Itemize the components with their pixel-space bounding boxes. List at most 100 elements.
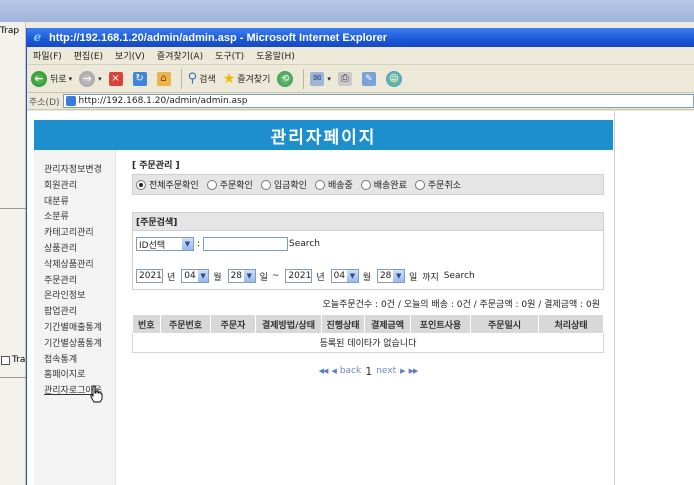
- stop-button[interactable]: ×: [108, 71, 126, 86]
- from-day-select[interactable]: 28 ▼: [227, 269, 256, 283]
- background-label-top: Trap: [0, 26, 20, 36]
- column-header: 결제방법/상태: [255, 315, 322, 333]
- current-page[interactable]: 1: [365, 365, 372, 378]
- order-section-title: [ 주문관리 ]: [132, 161, 180, 171]
- sidebar-item-orders[interactable]: 주문관리: [44, 273, 115, 289]
- sidebar-item-online-info[interactable]: 온라인정보: [44, 288, 115, 304]
- sidebar-item-admin-info[interactable]: 관리자정보변경: [44, 162, 115, 178]
- first-page-icon[interactable]: ◀◀: [319, 367, 329, 375]
- sidebar-item-products[interactable]: 상품관리: [44, 241, 115, 257]
- year-unit: 년: [167, 272, 176, 283]
- refresh-button[interactable]: ↻: [132, 71, 150, 86]
- filter-all-orders[interactable]: 전체주문확인: [136, 178, 199, 191]
- sidebar-item-access-stats[interactable]: 접속통계: [44, 352, 115, 368]
- background-checkbox-row: Tra: [1, 355, 25, 365]
- menu-file[interactable]: 파일(F): [33, 49, 62, 62]
- sidebar-item-category[interactable]: 카테고리관리: [44, 225, 115, 241]
- sidebar-item-sales-stats[interactable]: 기간별매출통계: [44, 320, 115, 336]
- to-month-select[interactable]: 04 ▼: [330, 269, 359, 283]
- menu-tools[interactable]: 도구(T): [215, 49, 244, 62]
- address-label: 주소(D): [29, 97, 60, 108]
- back-button[interactable]: ← 뒤로 ▾: [31, 70, 73, 87]
- prev-page-icon[interactable]: ◀: [331, 367, 336, 375]
- last-page-icon[interactable]: ▶▶: [409, 367, 419, 375]
- toolbar-separator: [180, 68, 182, 89]
- sidebar-item-members[interactable]: 회원관리: [44, 178, 115, 194]
- filter-shipping[interactable]: 배송중: [314, 178, 353, 191]
- menu-edit[interactable]: 편집(E): [74, 49, 103, 62]
- day-unit: 일: [259, 272, 268, 283]
- background-label-bottom: Tra: [12, 355, 26, 365]
- filter-payment-confirm[interactable]: 입금확인: [260, 178, 307, 191]
- month-unit: 월: [213, 272, 222, 283]
- sidebar-item-homepage[interactable]: 홈페이지로: [44, 367, 115, 383]
- home-button[interactable]: ⌂: [156, 71, 174, 86]
- chevron-down-icon: ▼: [347, 270, 358, 282]
- field-value: 2021: [288, 271, 312, 281]
- next-page-icon[interactable]: ▶: [400, 367, 405, 375]
- chevron-down-icon: ▼: [244, 270, 255, 282]
- next-link[interactable]: next: [376, 366, 396, 376]
- search-icon: ⚲: [187, 71, 198, 86]
- sidebar-item-minor-category[interactable]: 소분류: [44, 209, 115, 225]
- messenger-icon: ☺: [385, 70, 402, 87]
- search-input[interactable]: [203, 237, 289, 251]
- favorites-button[interactable]: ★ 즐겨찾기: [223, 71, 271, 87]
- column-header: 번호: [132, 315, 161, 333]
- address-bar: 주소(D) http://192.168.1.20/admin/admin.as…: [27, 93, 694, 110]
- desktop-background: [0, 0, 694, 22]
- edit-button[interactable]: ✎: [361, 71, 379, 86]
- from-month-select[interactable]: 04 ▼: [181, 269, 210, 283]
- hand-cursor-icon: [90, 385, 103, 403]
- menu-help[interactable]: 도움말(H): [256, 49, 295, 62]
- page-viewport: 관리자페이지 관리자정보변경 회원관리 대분류 소분류 카테고리관리 상품관리 …: [27, 111, 694, 485]
- admin-page: 관리자페이지 관리자정보변경 회원관리 대분류 소분류 카테고리관리 상품관리 …: [34, 120, 613, 485]
- edit-icon: ✎: [361, 71, 376, 86]
- sidebar-item-logout[interactable]: 관리자로그아웃: [44, 383, 115, 399]
- filter-cancelled[interactable]: 주문취소: [414, 178, 461, 191]
- sidebar-item-major-category[interactable]: 대분류: [44, 194, 115, 210]
- search-button[interactable]: Search: [289, 239, 320, 249]
- address-input[interactable]: http://192.168.1.20/admin/admin.asp: [62, 94, 694, 108]
- sidebar-item-deleted-products[interactable]: 삭제상품관리: [44, 257, 115, 273]
- order-summary: 오늘주문건수 : 0건 / 오늘의 배송 : 0건 / 주문금액 : 0원 / …: [322, 299, 600, 310]
- chevron-down-icon: ▾: [68, 74, 73, 83]
- column-header: 주문번호: [160, 315, 211, 333]
- print-button[interactable]: ⎙: [337, 71, 355, 86]
- search-field-select[interactable]: ID선택 ▼: [136, 237, 194, 251]
- sidebar: 관리자정보변경 회원관리 대분류 소분류 카테고리관리 상품관리 삭제상품관리 …: [34, 150, 116, 485]
- title-bar[interactable]: e http://192.168.1.20/admin/admin.asp - …: [27, 28, 694, 47]
- column-header: 주문자: [210, 315, 256, 333]
- to-year-field[interactable]: 2021: [285, 269, 313, 283]
- day-unit: 일: [408, 272, 418, 283]
- search-section-title: [주문검색]: [132, 212, 604, 231]
- date-search-button[interactable]: Search: [444, 271, 475, 281]
- forward-button[interactable]: → ▾: [79, 70, 102, 87]
- sidebar-item-popup[interactable]: 팝업관리: [44, 304, 115, 320]
- radio-icon: [206, 179, 217, 190]
- filter-delivered[interactable]: 배송완료: [360, 178, 407, 191]
- back-link[interactable]: back: [340, 366, 361, 376]
- sidebar-item-product-stats[interactable]: 기간별상품통계: [44, 336, 115, 352]
- print-icon: ⎙: [337, 71, 352, 86]
- refresh-icon: ↻: [132, 71, 147, 86]
- until-label: 까지: [422, 272, 439, 283]
- mail-button[interactable]: ✉ ▾: [310, 71, 331, 86]
- menu-favorites[interactable]: 즐겨찾기(A): [157, 49, 203, 62]
- divider: [0, 377, 26, 378]
- table-header-row: 번호 주문번호 주문자 결제방법/상태 진행상태 결제금액 포인트사용 주문일시…: [132, 315, 604, 333]
- menu-view[interactable]: 보기(V): [115, 49, 145, 62]
- select-value: ID선택: [139, 240, 166, 251]
- address-value: http://192.168.1.20/admin/admin.asp: [78, 96, 248, 106]
- from-year-field[interactable]: 2021: [136, 269, 163, 283]
- toolbar-separator: [303, 68, 305, 89]
- radio-icon: [314, 179, 325, 190]
- search-button[interactable]: ⚲ 검색: [188, 71, 216, 86]
- back-arrow-icon: ←: [31, 70, 47, 87]
- history-button[interactable]: ⟲: [277, 70, 296, 87]
- messenger-button[interactable]: ☺: [385, 70, 405, 87]
- to-day-select[interactable]: 28 ▼: [376, 269, 405, 283]
- checkbox-icon: [1, 355, 10, 365]
- column-header: 결제금액: [364, 315, 411, 333]
- filter-order-confirm[interactable]: 주문확인: [206, 178, 253, 191]
